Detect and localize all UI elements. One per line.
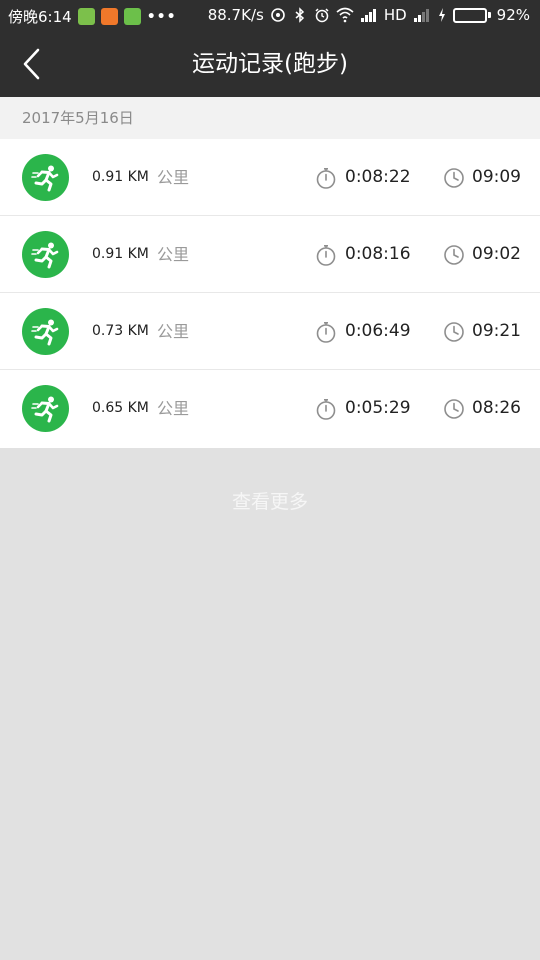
alarm-app-icon	[100, 8, 118, 25]
signal-secondary-icon	[413, 9, 429, 22]
record-list: 0.91 KM 公里 0:08:22 09:09 0.91 KM 公里 0:08…	[0, 139, 540, 448]
back-button[interactable]	[10, 42, 54, 86]
distance-value: 0.91 KM	[92, 246, 149, 262]
battery-icon	[452, 7, 491, 23]
running-icon	[22, 385, 69, 432]
clock-icon	[444, 168, 464, 188]
distance-unit: 公里	[157, 399, 190, 418]
distance-unit: 公里	[157, 322, 190, 341]
chevron-left-icon	[23, 48, 40, 80]
load-more-button[interactable]: 查看更多	[0, 485, 540, 519]
record-row[interactable]: 0.73 KM 公里 0:06:49 09:21	[0, 293, 540, 370]
distance-unit: 公里	[157, 168, 190, 187]
android-app-icon	[77, 8, 95, 25]
distance-value: 0.73 KM	[92, 323, 149, 339]
title-bar: 运动记录(跑步)	[0, 32, 540, 97]
stopwatch-icon	[316, 322, 336, 343]
signal-icon	[360, 9, 376, 22]
page-title: 运动记录(跑步)	[192, 51, 348, 77]
stopwatch-icon	[316, 245, 336, 266]
distance-value: 0.65 KM	[92, 400, 149, 416]
duration-value: 0:08:16	[345, 244, 411, 264]
clipboard-app-icon	[123, 8, 141, 25]
running-icon	[22, 231, 69, 278]
start-time-value: 08:26	[472, 398, 521, 418]
clock-icon	[444, 322, 464, 342]
bluetooth-icon	[295, 7, 304, 23]
running-icon	[22, 308, 69, 355]
record-row[interactable]: 0.91 KM 公里 0:08:22 09:09	[0, 139, 540, 216]
battery-percent: 92%	[496, 6, 530, 24]
distance-value: 0.91 KM	[92, 169, 149, 185]
alarm-icon	[315, 8, 329, 23]
status-bar: 傍晚6:14 ••• 88.7K/s HD 92%	[0, 0, 540, 32]
date-header: 2017年5月16日	[0, 97, 540, 139]
net-speed: 88.7K/s	[207, 6, 264, 24]
status-time: 傍晚6:14	[8, 8, 72, 26]
sync-icon	[271, 8, 285, 22]
clock-icon	[444, 399, 464, 419]
hd-indicator: HD	[383, 6, 407, 24]
duration-value: 0:06:49	[345, 321, 411, 341]
duration-value: 0:05:29	[345, 398, 411, 418]
record-row[interactable]: 0.91 KM 公里 0:08:16 09:02	[0, 216, 540, 293]
duration-value: 0:08:22	[345, 167, 411, 187]
wifi-icon	[336, 7, 354, 23]
clock-icon	[444, 245, 464, 265]
start-time-value: 09:02	[472, 244, 521, 264]
more-notifications-icon: •••	[146, 8, 177, 25]
start-time-value: 09:21	[472, 321, 521, 341]
distance-unit: 公里	[157, 245, 190, 264]
charging-icon	[438, 8, 445, 22]
stopwatch-icon	[316, 399, 336, 420]
stopwatch-icon	[316, 168, 336, 189]
running-icon	[22, 154, 69, 201]
start-time-value: 09:09	[472, 167, 521, 187]
record-row[interactable]: 0.65 KM 公里 0:05:29 08:26	[0, 370, 540, 448]
